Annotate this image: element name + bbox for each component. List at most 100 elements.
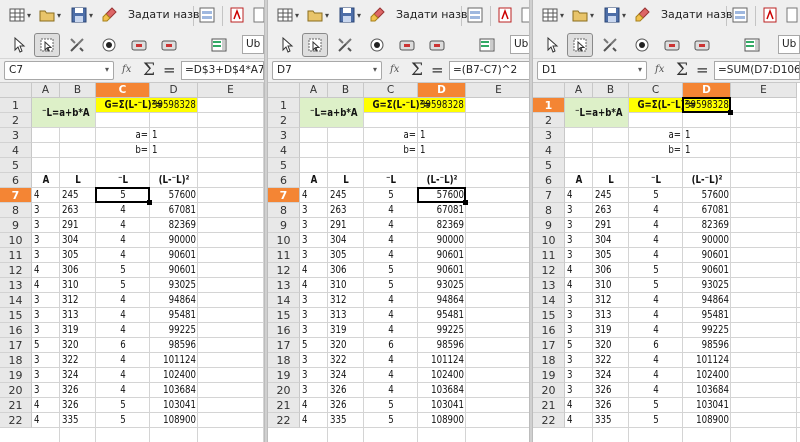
export-pdf-icon[interactable] xyxy=(496,6,514,24)
export-pdf-icon[interactable] xyxy=(761,6,779,24)
image-button-icon[interactable] xyxy=(693,36,711,54)
column-header-B[interactable]: B xyxy=(328,83,364,98)
open-folder-icon[interactable] xyxy=(571,6,589,24)
row-header-1[interactable]: 1 xyxy=(268,98,300,113)
set-name-button[interactable]: Задати назву xyxy=(128,8,206,21)
autofill-handle[interactable] xyxy=(463,200,468,205)
push-button-icon[interactable] xyxy=(398,36,416,54)
row-header-1[interactable]: 1 xyxy=(0,98,32,113)
row-header-10[interactable]: 10 xyxy=(268,233,300,248)
open-folder-icon[interactable] xyxy=(306,6,324,24)
row-header-10[interactable]: 10 xyxy=(0,233,32,248)
column-header-D[interactable]: D xyxy=(683,83,731,98)
image-button-icon[interactable] xyxy=(160,36,178,54)
row-header-8[interactable]: 8 xyxy=(0,203,32,218)
row-header-16[interactable]: 16 xyxy=(0,323,32,338)
formula-input[interactable]: =D$3+D$4*A7 xyxy=(181,61,264,80)
row-header-8[interactable]: 8 xyxy=(533,203,565,218)
select-all-corner[interactable] xyxy=(268,83,300,98)
row-header-12[interactable]: 12 xyxy=(268,263,300,278)
row-header-6[interactable]: 6 xyxy=(0,173,32,188)
control-wizard-icon[interactable] xyxy=(68,36,86,54)
row-header-21[interactable]: 21 xyxy=(0,398,32,413)
select-all-corner[interactable] xyxy=(533,83,565,98)
clone-formatting-icon[interactable] xyxy=(633,6,651,24)
row-header-16[interactable]: 16 xyxy=(268,323,300,338)
row-header-18[interactable]: 18 xyxy=(268,353,300,368)
save-icon[interactable] xyxy=(603,6,621,24)
row-header-22[interactable]: 22 xyxy=(268,413,300,428)
row-header-15[interactable]: 15 xyxy=(533,308,565,323)
row-header-11[interactable]: 11 xyxy=(268,248,300,263)
spreadsheet-icon[interactable] xyxy=(276,6,294,24)
column-header-D[interactable]: D xyxy=(150,83,198,98)
row-header-22[interactable]: 22 xyxy=(0,413,32,428)
form-text-field[interactable]: Ub xyxy=(242,35,264,54)
cell-cursor[interactable] xyxy=(682,97,731,113)
cell-cursor[interactable] xyxy=(95,187,150,203)
function-wizard-icon[interactable]: fx xyxy=(122,64,131,75)
form-control-icon[interactable] xyxy=(731,6,749,24)
chevron-down-icon[interactable]: ▾ xyxy=(357,11,361,20)
select-pointer-icon[interactable] xyxy=(10,36,28,54)
column-header-A[interactable]: A xyxy=(32,83,60,98)
chevron-down-icon[interactable]: ▾ xyxy=(89,11,93,20)
row-header-21[interactable]: 21 xyxy=(268,398,300,413)
sum-icon[interactable]: Σ xyxy=(676,60,688,80)
spreadsheet-icon[interactable] xyxy=(8,6,26,24)
row-header-10[interactable]: 10 xyxy=(533,233,565,248)
chevron-down-icon[interactable]: ▾ xyxy=(590,11,594,20)
row-header-5[interactable]: 5 xyxy=(268,158,300,173)
name-box[interactable]: D1 ▾ xyxy=(537,61,647,80)
row-header-12[interactable]: 12 xyxy=(533,263,565,278)
row-header-21[interactable]: 21 xyxy=(533,398,565,413)
chevron-down-icon[interactable]: ▾ xyxy=(373,65,377,74)
row-header-5[interactable]: 5 xyxy=(533,158,565,173)
open-folder-icon[interactable] xyxy=(38,6,56,24)
row-header-13[interactable]: 13 xyxy=(533,278,565,293)
row-header-20[interactable]: 20 xyxy=(268,383,300,398)
row-header-17[interactable]: 17 xyxy=(268,338,300,353)
row-header-6[interactable]: 6 xyxy=(268,173,300,188)
column-header-D[interactable]: D xyxy=(418,83,466,98)
name-box[interactable]: D7 ▾ xyxy=(272,61,382,80)
chevron-down-icon[interactable]: ▾ xyxy=(560,11,564,20)
row-header-11[interactable]: 11 xyxy=(533,248,565,263)
row-header-13[interactable]: 13 xyxy=(268,278,300,293)
form-text-field[interactable]: Ub xyxy=(778,35,800,54)
radio-button-icon[interactable] xyxy=(633,36,651,54)
save-icon[interactable] xyxy=(70,6,88,24)
control-wizard-icon[interactable] xyxy=(336,36,354,54)
column-header-B[interactable]: B xyxy=(60,83,96,98)
row-header-19[interactable]: 19 xyxy=(0,368,32,383)
select-all-corner[interactable] xyxy=(0,83,32,98)
control-wizard-icon[interactable] xyxy=(601,36,619,54)
row-header-13[interactable]: 13 xyxy=(0,278,32,293)
clone-formatting-icon[interactable] xyxy=(100,6,118,24)
clone-formatting-icon[interactable] xyxy=(368,6,386,24)
form-control-icon[interactable] xyxy=(466,6,484,24)
column-header-C[interactable]: C xyxy=(364,83,418,98)
row-header-3[interactable]: 3 xyxy=(533,128,565,143)
set-name-button[interactable]: Задати назву xyxy=(661,8,739,21)
chevron-down-icon[interactable]: ▾ xyxy=(622,11,626,20)
row-header-14[interactable]: 14 xyxy=(0,293,32,308)
column-header-A[interactable]: A xyxy=(300,83,328,98)
form-control-icon[interactable] xyxy=(198,6,216,24)
chevron-down-icon[interactable]: ▾ xyxy=(295,11,299,20)
design-mode-icon[interactable] xyxy=(38,36,56,54)
set-name-button[interactable]: Задати назву xyxy=(396,8,474,21)
column-header-E[interactable]: E xyxy=(466,83,532,98)
list-box-icon[interactable] xyxy=(743,36,761,54)
column-header-E[interactable]: E xyxy=(731,83,797,98)
row-header-9[interactable]: 9 xyxy=(533,218,565,233)
row-header-20[interactable]: 20 xyxy=(533,383,565,398)
row-header-2[interactable]: 2 xyxy=(0,113,32,128)
spreadsheet-icon[interactable] xyxy=(541,6,559,24)
autofill-handle[interactable] xyxy=(728,110,733,115)
row-header-19[interactable]: 19 xyxy=(533,368,565,383)
row-header-7[interactable]: 7 xyxy=(268,188,300,203)
formula-input[interactable]: =SUM(D7:D106) xyxy=(714,61,800,80)
row-header-9[interactable]: 9 xyxy=(268,218,300,233)
row-header-14[interactable]: 14 xyxy=(533,293,565,308)
